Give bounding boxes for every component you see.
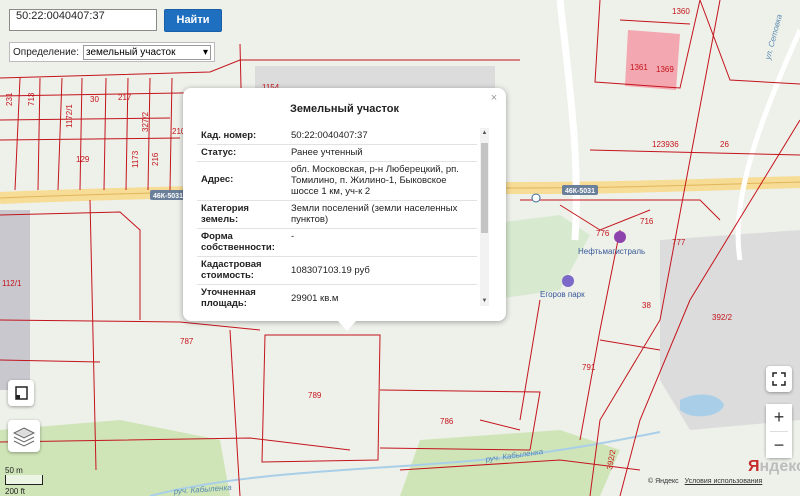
- popup-title: Земельный участок: [290, 103, 399, 115]
- info-row: Категория земель: Земли поселений (земли…: [197, 201, 477, 229]
- info-value: Ранее учтенный: [291, 147, 363, 158]
- fullscreen-icon: [772, 372, 786, 386]
- info-value: Земли поселений (земли населенных пункто…: [291, 203, 458, 225]
- parcel-label: 1172/1: [65, 104, 74, 128]
- parcel-label: 231: [5, 92, 14, 106]
- info-value: 29901 кв.м: [291, 293, 339, 304]
- info-key: Категория земель:: [201, 203, 249, 225]
- definition-select[interactable]: земельный участок ▾: [83, 44, 212, 60]
- shop-icon: [562, 275, 574, 287]
- search-input[interactable]: 50:22:0040407:37: [9, 9, 157, 31]
- parcel-popup: × Земельный участок Кад. номер: 50:22:00…: [183, 88, 506, 331]
- parcel-label: 789: [308, 391, 322, 400]
- parcel-label: 776: [596, 229, 610, 238]
- parcel-label: 123936: [652, 140, 679, 149]
- scale-feet: 200 ft: [5, 487, 26, 496]
- poi-label: Нефтьмагистраль: [578, 247, 645, 256]
- info-key: Уточненная площадь:: [201, 287, 256, 308]
- logo-letter: Я: [748, 458, 760, 475]
- info-key: Кадастровая стоимость:: [201, 259, 262, 281]
- definition-selected: земельный участок: [86, 46, 176, 58]
- parcel-label: 1173: [131, 150, 140, 168]
- scale-line: [5, 475, 43, 485]
- scroll-down-icon[interactable]: ▼: [481, 297, 488, 305]
- layers-button[interactable]: [8, 420, 40, 452]
- parcel-label: 716: [640, 217, 654, 226]
- info-row: Статус: Ранее учтенный: [197, 145, 477, 162]
- road-label: 46К-5031: [153, 193, 183, 200]
- parcel-label: 216: [151, 152, 160, 166]
- zoom-out-button[interactable]: −: [766, 432, 792, 458]
- road-label: 46К-5031: [565, 188, 595, 195]
- info-row: Форма собственности: -: [197, 229, 477, 257]
- ruler-button[interactable]: [8, 380, 34, 406]
- fuel-icon: [614, 231, 626, 243]
- terms-link[interactable]: Условия использования: [685, 478, 763, 485]
- info-value: 50:22:0040407:37: [291, 130, 368, 141]
- info-row: Уточненная площадь: 29901 кв.м: [197, 285, 477, 308]
- definition-row: Определение: земельный участок ▾: [9, 42, 216, 62]
- parcel-label: 30: [90, 95, 99, 104]
- info-row: Кадастровая стоимость: 108307103.19 руб: [197, 257, 477, 285]
- parcel-label: 129: [76, 155, 90, 164]
- zoom-in-button[interactable]: +: [766, 404, 792, 430]
- scroll-up-icon[interactable]: ▲: [481, 129, 488, 137]
- parcel-label: 1360: [672, 7, 690, 16]
- parcel-label: 1369: [656, 65, 674, 74]
- scale-meters: 50 m: [5, 466, 23, 475]
- fullscreen-button[interactable]: [766, 366, 792, 392]
- layers-icon: [12, 427, 36, 447]
- copyright-text: © Яндекс: [648, 478, 679, 485]
- building-top-right: [625, 30, 680, 90]
- parcel-label: 38: [642, 301, 651, 310]
- ruler-icon: [15, 386, 28, 400]
- parcel-label: 112/1: [2, 279, 22, 288]
- parcel-label: 392/2: [712, 313, 733, 322]
- info-value: -: [291, 231, 295, 242]
- info-key: Форма собственности:: [201, 231, 275, 253]
- parcel-label: 713: [27, 92, 36, 106]
- info-value: 108307103.19 руб: [291, 265, 370, 276]
- bus-stop-icon: [531, 193, 541, 203]
- chevron-down-icon: ▾: [202, 46, 209, 58]
- definition-label: Определение:: [13, 46, 80, 58]
- popup-info-table: Кад. номер: 50:22:0040407:37 Статус: Ран…: [197, 128, 477, 308]
- parcel-label: 791: [582, 363, 596, 372]
- popup-tail: [338, 321, 356, 331]
- info-value: обл. Московская, р-н Люберецкий, рп. Том…: [291, 164, 459, 197]
- parcel-label: 327/2: [141, 111, 150, 132]
- scale-bar: 50 m 200 ft: [5, 466, 43, 496]
- parcel-label: 26: [720, 140, 729, 149]
- info-row: Кад. номер: 50:22:0040407:37: [197, 128, 477, 145]
- parcel-label: 1361: [630, 63, 648, 72]
- poi-label: Егоров парк: [540, 290, 585, 299]
- parcel-label: 217: [118, 93, 132, 102]
- yandex-logo: Яндекс: [748, 458, 800, 476]
- building-left: [0, 210, 30, 390]
- search-button[interactable]: Найти: [164, 9, 222, 32]
- info-key: Статус:: [201, 147, 237, 158]
- parcel-label: 787: [180, 337, 194, 346]
- copyright: © Яндекс Условия использования: [648, 478, 762, 485]
- popup-scrollbar[interactable]: ▲ ▼: [480, 128, 489, 306]
- info-key: Адрес:: [201, 174, 234, 185]
- zoom-control: + −: [766, 404, 792, 458]
- info-key: Кад. номер:: [201, 130, 257, 141]
- parcel-label: 786: [440, 417, 454, 426]
- scrollbar-thumb[interactable]: [481, 143, 488, 233]
- info-row: Адрес: обл. Московская, р-н Люберецкий, …: [197, 162, 477, 201]
- parcel-label: 777: [672, 238, 686, 247]
- logo-rest: ндекс: [759, 458, 800, 475]
